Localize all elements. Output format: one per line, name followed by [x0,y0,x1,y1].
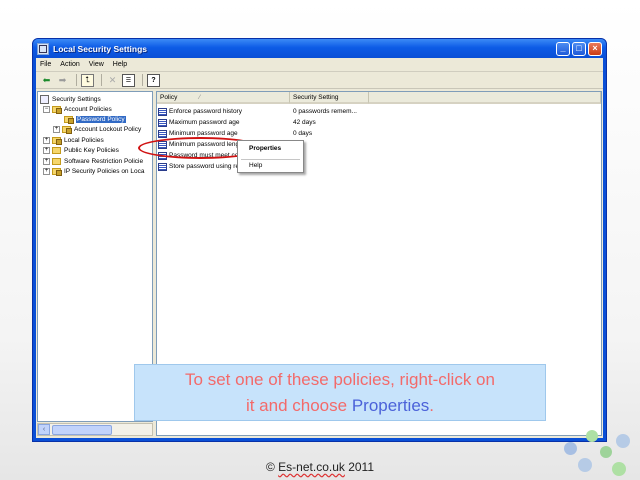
policy-name: Minimum password age [169,130,238,137]
tree-item-label: Account Lockout Policy [74,125,142,133]
menu-file[interactable]: File [40,61,51,68]
tree-item-label: IP Security Policies on Loca [64,167,145,175]
folder-icon [52,136,62,145]
expand-icon[interactable]: + [43,136,50,144]
tree-item-label: Local Policies [64,136,104,144]
copyright-symbol: © [265,460,279,474]
folder-icon [64,115,74,124]
expand-icon[interactable]: + [43,146,50,154]
toolbar-separator [101,74,102,86]
window-app-icon [37,42,49,55]
tree-item-software-restriction-policies[interactable]: + Software Restriction Policie [43,156,143,166]
tree-item-ip-security-policies[interactable]: + IP Security Policies on Loca [43,166,144,176]
folder-icon [62,125,72,134]
context-menu-separator [241,159,300,160]
expand-icon[interactable]: + [43,167,50,175]
instruction-callout: To set one of these policies, right-clic… [134,364,546,421]
bubble-decoration [586,430,598,442]
callout-highlight: Properties [351,395,430,415]
expand-icon[interactable]: + [43,157,50,165]
close-button[interactable]: × [588,41,602,56]
column-header-policy[interactable]: Policy ⁄ [157,92,290,104]
tree-horizontal-scrollbar[interactable]: ‹ [37,423,153,436]
toolbar: ⬅ ➡ ⮤ ✕ ☰ ? [36,72,603,89]
tree-item-local-policies[interactable]: + Local Policies [43,135,104,145]
network-policy-icon [52,167,62,176]
table-row[interactable]: Enforce password history 0 passwords rem… [158,106,388,117]
callout-line-2-suffix: . [429,395,435,415]
menu-help[interactable]: Help [113,61,127,68]
context-menu: Properties Help [237,140,304,173]
menu-view[interactable]: View [89,61,104,68]
context-menu-help[interactable]: Help [249,162,262,169]
toolbar-separator [142,74,143,86]
toolbar-separator [76,74,77,86]
folder-icon [52,157,61,165]
callout-line-1: To set one of these policies, right-clic… [185,369,495,389]
policy-name: Enforce password history [169,108,242,115]
footer-year: 2011 [344,460,375,474]
policy-icon [158,107,167,116]
copyright-footer: © Es-net.co.uk 2011 [0,460,640,474]
context-menu-properties[interactable]: Properties [249,145,281,152]
forward-arrow-icon[interactable]: ➡ [56,74,69,87]
minimize-button[interactable]: _ [556,41,570,56]
bubble-decoration [616,434,630,448]
delete-icon[interactable]: ✕ [106,74,119,87]
expand-icon[interactable]: + [53,125,60,133]
tree-root-label: Security Settings [52,95,101,103]
tree-item-public-key-policies[interactable]: + Public Key Policies [43,145,119,155]
column-header-empty [369,92,601,104]
policy-setting: 42 days [293,119,316,126]
tree-root-security-settings[interactable]: Security Settings [40,94,101,104]
security-settings-icon [40,94,49,104]
bubble-decoration [612,462,626,476]
tree-item-label: Public Key Policies [64,146,119,154]
tree-item-label: Software Restriction Policie [64,157,144,165]
tree-item-label: Password Policy [76,115,126,123]
back-arrow-icon[interactable]: ⬅ [40,74,53,87]
sort-indicator-icon: ⁄ [199,94,201,101]
scroll-left-icon[interactable]: ‹ [38,424,50,435]
bubble-decoration [600,446,612,458]
callout-line-2: it and choose Properties. [246,393,434,419]
callout-line-2-text: it and choose [245,395,352,415]
maximize-button[interactable]: □ [572,41,586,56]
window-title: Local Security Settings [53,43,147,54]
policy-name: Maximum password age [169,119,240,126]
bubble-decoration [564,442,577,455]
policy-setting: 0 days [293,130,313,137]
policy-icon [158,118,167,127]
tree-item-account-lockout-policy[interactable]: + Account Lockout Policy [53,124,141,134]
up-folder-icon[interactable]: ⮤ [81,73,94,87]
policy-icon [158,162,167,171]
policy-setting: 0 passwords remem... [293,108,357,115]
column-header-label: Policy [160,94,178,101]
decorative-bubbles [548,428,640,480]
menu-bar: File Action View Help [36,58,603,72]
footer-brand: Es-net.co.uk [278,460,345,474]
help-icon[interactable]: ? [147,73,160,87]
column-header-security-setting[interactable]: Security Setting [290,92,369,104]
column-header-label: Security Setting [293,94,339,101]
tree-item-password-policy[interactable]: Password Policy [64,114,126,124]
scrollbar-thumb[interactable] [52,424,112,435]
table-row[interactable]: Maximum password age 42 days [158,117,388,128]
properties-icon[interactable]: ☰ [122,73,135,87]
title-bar[interactable]: Local Security Settings _ □ × [33,39,606,58]
menu-action[interactable]: Action [60,61,79,68]
tree-item-label: Account Policies [64,105,112,113]
policy-icon [158,129,167,138]
tree-item-account-policies[interactable]: − Account Policies [43,104,112,114]
folder-icon [52,105,62,114]
bubble-decoration [578,458,592,472]
collapse-icon[interactable]: − [43,105,50,113]
folder-icon [52,146,61,154]
